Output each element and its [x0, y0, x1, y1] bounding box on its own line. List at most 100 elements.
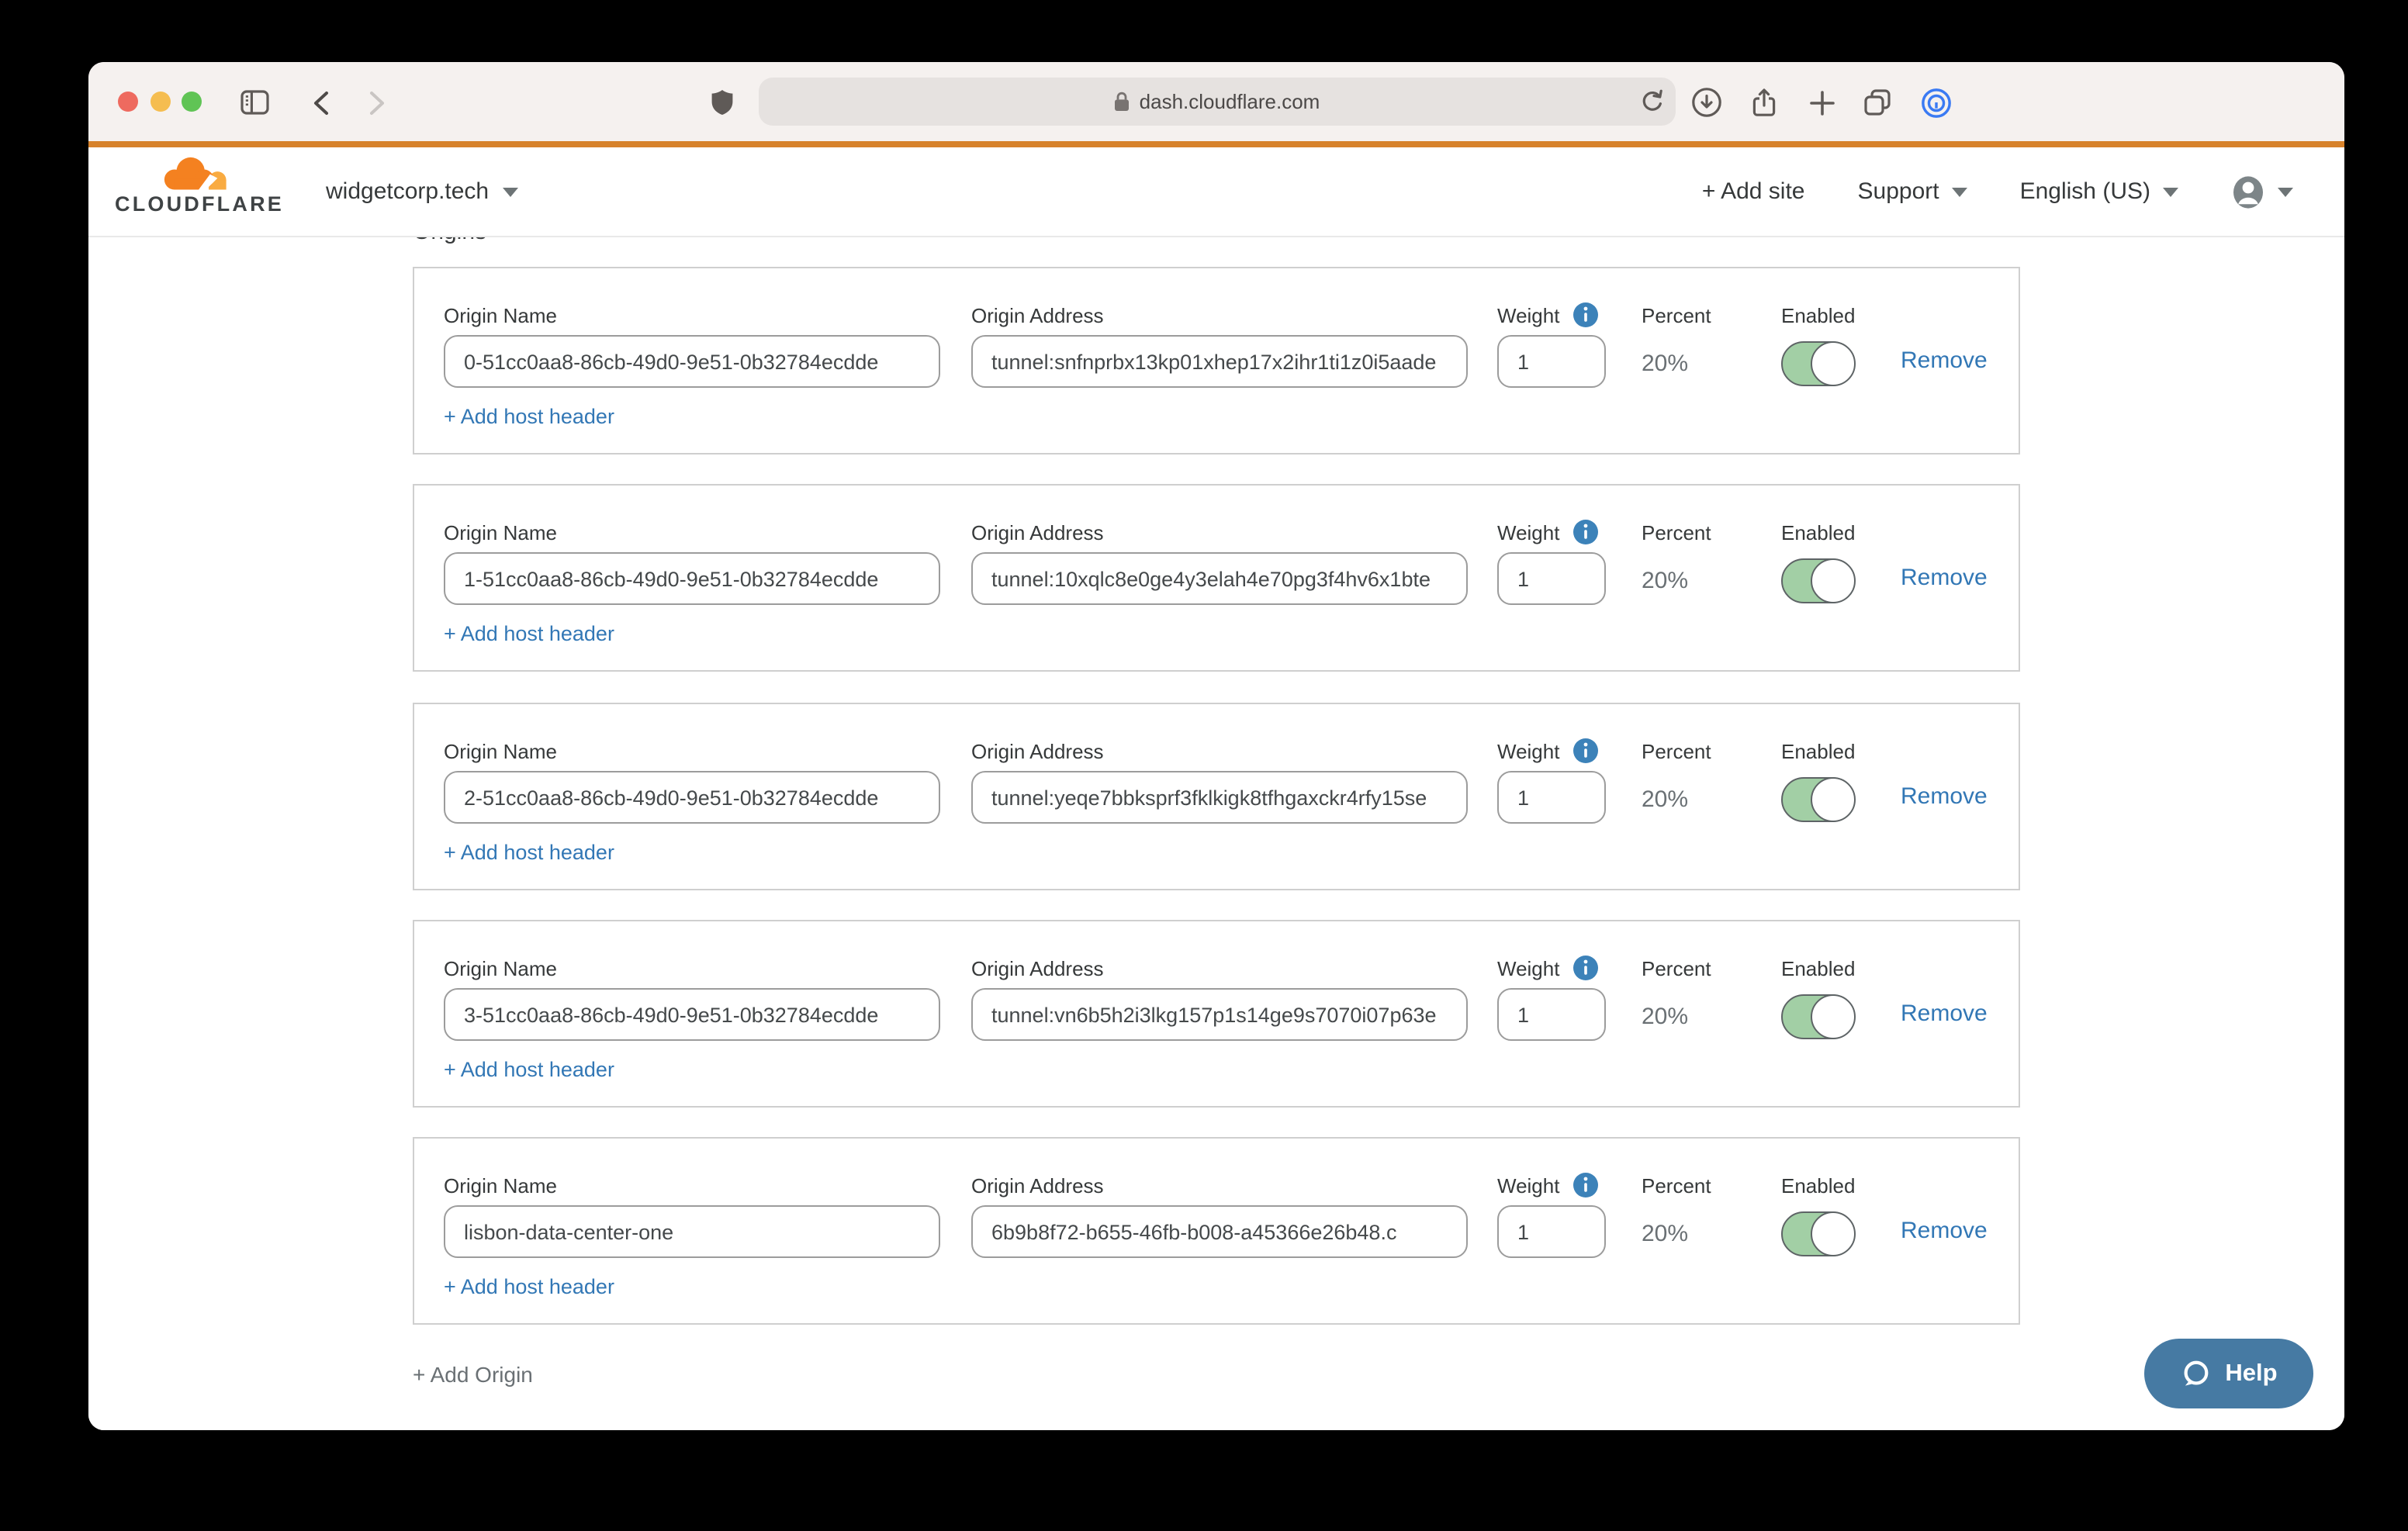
origin-address-input[interactable]	[971, 1205, 1468, 1258]
origin-address-input[interactable]	[971, 771, 1468, 824]
chevron-down-icon	[1952, 187, 1967, 196]
percent-value: 20%	[1642, 1221, 1711, 1247]
enabled-label: Enabled	[1781, 518, 1855, 546]
percent-label: Percent	[1642, 737, 1711, 765]
add-origin-button[interactable]: + Add Origin	[413, 1362, 533, 1387]
origin-address-input[interactable]	[971, 335, 1468, 388]
remove-origin-link[interactable]: Remove	[1901, 347, 1988, 374]
weight-input[interactable]	[1497, 1205, 1606, 1258]
info-icon[interactable]	[1573, 520, 1598, 544]
tab-overview-icon[interactable]	[1862, 87, 1893, 118]
weight-input[interactable]	[1497, 335, 1606, 388]
origin-name-input[interactable]	[444, 552, 940, 605]
remove-origin-link[interactable]: Remove	[1901, 1218, 1988, 1244]
percent-value: 20%	[1642, 1004, 1711, 1030]
enabled-toggle[interactable]	[1781, 994, 1854, 1039]
origin-address-label: Origin Address	[971, 1171, 1468, 1199]
weight-label: Weight	[1497, 1173, 1559, 1197]
origin-address-label: Origin Address	[971, 737, 1468, 765]
help-button[interactable]: Help	[2144, 1339, 2313, 1408]
origin-name-input[interactable]	[444, 988, 940, 1041]
percent-value: 20%	[1642, 351, 1711, 377]
screen: dash.cloudflare.com	[0, 0, 2408, 1531]
add-host-header-link[interactable]: + Add host header	[444, 622, 614, 645]
add-host-header-link[interactable]: + Add host header	[444, 841, 614, 864]
browser-window: dash.cloudflare.com	[88, 62, 2344, 1430]
remove-origin-link[interactable]: Remove	[1901, 783, 1988, 810]
help-label: Help	[2225, 1360, 2277, 1388]
remove-origin-link[interactable]: Remove	[1901, 565, 1988, 591]
minimize-window-button[interactable]	[150, 92, 170, 112]
enabled-toggle[interactable]	[1781, 1211, 1854, 1256]
info-icon[interactable]	[1573, 302, 1598, 327]
toggle-knob	[1810, 340, 1855, 385]
share-icon[interactable]	[1749, 87, 1780, 118]
weight-input[interactable]	[1497, 988, 1606, 1041]
weight-label: Weight	[1497, 520, 1559, 544]
brand-accent-line	[88, 141, 2344, 147]
weight-input[interactable]	[1497, 552, 1606, 605]
privacy-shield-icon[interactable]	[706, 87, 737, 118]
sidebar-toggle-icon[interactable]	[239, 87, 270, 118]
add-host-header-link[interactable]: + Add host header	[444, 1058, 614, 1081]
browser-toolbar: dash.cloudflare.com	[88, 62, 2344, 141]
origin-name-input[interactable]	[444, 771, 940, 824]
add-site-button[interactable]: + Add site	[1702, 178, 1805, 205]
enabled-toggle[interactable]	[1781, 558, 1854, 603]
header-nav: + Add site Support English (US)	[1702, 147, 2293, 236]
chevron-down-icon	[2278, 187, 2293, 196]
page-content: Origins CLOUDFLARE widgetcorp.tech	[88, 147, 2344, 1430]
new-tab-icon[interactable]	[1806, 87, 1837, 118]
site-selector[interactable]: widgetcorp.tech	[326, 147, 518, 236]
enabled-label: Enabled	[1781, 301, 1855, 329]
zoom-window-button[interactable]	[182, 92, 202, 112]
origin-name-input[interactable]	[444, 335, 940, 388]
origin-name-label: Origin Name	[444, 518, 940, 546]
toggle-knob	[1810, 994, 1855, 1039]
reload-icon[interactable]	[1638, 86, 1663, 122]
enabled-label: Enabled	[1781, 1171, 1855, 1199]
origin-address-input[interactable]	[971, 552, 1468, 605]
enabled-toggle[interactable]	[1781, 341, 1854, 386]
add-host-header-link[interactable]: + Add host header	[444, 1275, 614, 1298]
origin-card: Origin Name Origin Address Weight Percen…	[413, 267, 2020, 454]
percent-label: Percent	[1642, 518, 1711, 546]
enabled-label: Enabled	[1781, 737, 1855, 765]
percent-label: Percent	[1642, 301, 1711, 329]
forward-icon[interactable]	[362, 87, 393, 118]
close-window-button[interactable]	[118, 92, 138, 112]
support-menu[interactable]: Support	[1858, 178, 1967, 205]
user-icon	[2231, 175, 2265, 209]
weight-label: Weight	[1497, 739, 1559, 762]
toggle-knob	[1810, 558, 1855, 603]
chat-bubble-icon	[2180, 1358, 2211, 1389]
back-icon[interactable]	[306, 87, 337, 118]
cloudflare-wordmark: CLOUDFLARE	[115, 192, 289, 216]
origin-name-input[interactable]	[444, 1205, 940, 1258]
lock-icon	[1115, 92, 1130, 112]
downloads-icon[interactable]	[1691, 87, 1722, 118]
enabled-toggle[interactable]	[1781, 777, 1854, 822]
enabled-label: Enabled	[1781, 954, 1855, 982]
origin-address-label: Origin Address	[971, 301, 1468, 329]
add-host-header-link[interactable]: + Add host header	[444, 405, 614, 428]
percent-label: Percent	[1642, 1171, 1711, 1199]
origin-name-label: Origin Name	[444, 1171, 940, 1199]
origin-address-label: Origin Address	[971, 518, 1468, 546]
info-icon[interactable]	[1573, 956, 1598, 980]
origin-name-label: Origin Name	[444, 737, 940, 765]
address-bar[interactable]: dash.cloudflare.com	[759, 78, 1676, 126]
weight-input[interactable]	[1497, 771, 1606, 824]
language-menu[interactable]: English (US)	[2020, 178, 2178, 205]
remove-origin-link[interactable]: Remove	[1901, 1001, 1988, 1027]
info-icon[interactable]	[1573, 738, 1598, 763]
dashboard-header: CLOUDFLARE widgetcorp.tech + Add site Su…	[88, 147, 2344, 237]
toggle-knob	[1810, 1211, 1855, 1256]
info-icon[interactable]	[1573, 1173, 1598, 1197]
weight-label: Weight	[1497, 303, 1559, 327]
origin-address-input[interactable]	[971, 988, 1468, 1041]
account-menu[interactable]	[2231, 175, 2293, 209]
origin-address-label: Origin Address	[971, 954, 1468, 982]
percent-value: 20%	[1642, 786, 1711, 813]
onepassword-extension-icon[interactable]	[1921, 87, 1952, 118]
